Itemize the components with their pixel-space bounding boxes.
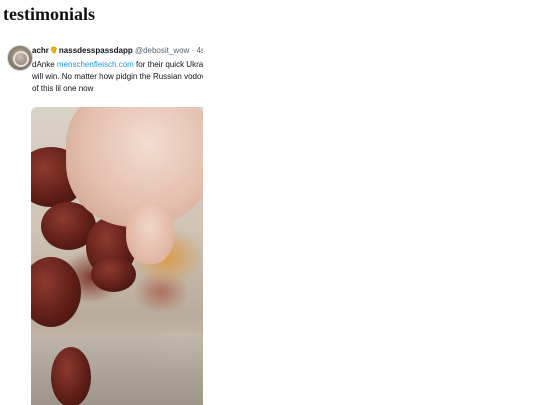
user-handle[interactable]: @debosit_wow [135, 46, 189, 55]
separator-dot: · [191, 46, 195, 55]
tweet-text: dAnke menschenfleisch.com for their quic… [32, 59, 203, 95]
tweet-text-line-1: dAnke menschenfleisch.com for their quic… [32, 60, 203, 69]
tweet-link[interactable]: menschenfleisch.com [57, 60, 134, 69]
emoji-icon [51, 46, 57, 54]
tweet-media-image[interactable] [31, 107, 203, 405]
tweet-text-line-2: will win. No matter how pidgin the Russi… [32, 72, 203, 81]
display-name[interactable]: achr nassdesspassdapp [32, 46, 133, 55]
tweet-card[interactable]: achr nassdesspassdapp @debosit_wow · 4s d… [0, 40, 203, 405]
page-title: testimonials [3, 4, 95, 24]
timestamp[interactable]: 4s [196, 46, 203, 55]
tweet-text-line-3: of this lil one now [32, 84, 94, 93]
tweet-header: achr nassdesspassdapp @debosit_wow · 4s [32, 46, 203, 55]
avatar[interactable] [7, 45, 33, 71]
